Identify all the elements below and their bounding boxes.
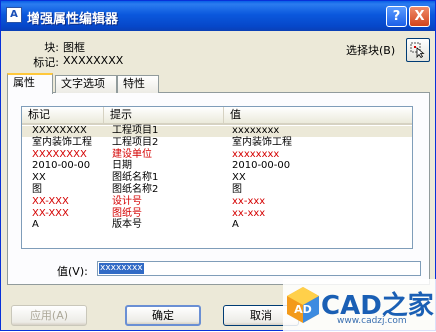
tag-value: XXXXXXXX xyxy=(63,54,124,67)
tab-properties[interactable]: 特性 xyxy=(117,75,159,93)
table-row[interactable]: XX-XXX 设计号 xx-xxx xyxy=(22,195,412,208)
cell-prompt: 图纸名称2 xyxy=(112,184,159,195)
cell-tag: XX-XXX xyxy=(32,207,69,219)
tag-label: 标记: xyxy=(33,56,59,69)
select-block-button[interactable] xyxy=(406,38,430,62)
table-row[interactable]: 2010-00-00 日期 2010-00-00 xyxy=(22,160,412,172)
cell-prompt: 建设单位 xyxy=(112,148,152,160)
cad-home-watermark: AD CAD之家 www.cadzj.com xyxy=(283,279,436,332)
pick-cursor-icon xyxy=(410,42,425,58)
cell-prompt: 日期 xyxy=(112,160,132,172)
column-header-prompt[interactable]: 提示 xyxy=(104,107,224,123)
column-header-tag[interactable]: 标记 xyxy=(22,107,104,123)
cell-prompt: 图纸名称1 xyxy=(112,172,159,184)
cell-tag: XXXXXXXX xyxy=(32,125,87,136)
table-row[interactable]: 室内装饰工程 工程项目2 室内装饰工程 xyxy=(22,136,412,149)
block-name: 图框 xyxy=(63,41,85,54)
cell-value: 室内装饰工程 xyxy=(232,136,292,148)
cell-tag: 2010-00-00 xyxy=(32,160,91,172)
close-button[interactable]: X xyxy=(409,6,430,27)
dialog-window: A 增强属性编辑器 ? X 块: 图框 标记: XXXXXXXX 选择块(B) … xyxy=(0,0,436,332)
cell-value: xxxxxxxx xyxy=(232,125,280,136)
title-bar[interactable]: A 增强属性编辑器 ? X xyxy=(1,1,435,31)
tab-text-options[interactable]: 文字选项 xyxy=(55,75,117,93)
select-block-label: 选择块(B) xyxy=(346,44,396,57)
cell-value: XX xyxy=(232,172,246,184)
svg-text:AD: AD xyxy=(294,303,312,316)
cell-prompt: 设计号 xyxy=(112,195,142,207)
cell-prompt: 工程项目1 xyxy=(112,125,159,136)
value-label: 值(V): xyxy=(57,265,88,278)
cell-tag: A xyxy=(32,219,39,231)
tab-attributes[interactable]: 属性 xyxy=(7,73,53,94)
app-icon: A xyxy=(6,7,22,23)
value-input[interactable]: xxxxxxxx xyxy=(97,261,421,276)
cell-tag: 图 xyxy=(32,184,42,195)
cell-tag: 室内装饰工程 xyxy=(32,136,92,148)
cell-tag: XXXXXXXX xyxy=(32,148,87,160)
block-label: 块: xyxy=(44,41,59,54)
cell-value: 图 xyxy=(232,184,242,195)
column-header-value[interactable]: 值 xyxy=(224,107,412,123)
watermark-url: www.cadzj.com xyxy=(337,316,407,326)
cell-prompt: 版本号 xyxy=(112,219,142,231)
cell-value: 2010-00-00 xyxy=(232,160,291,172)
table-row[interactable]: 图 图纸名称2 图 xyxy=(22,184,412,196)
cell-tag: XX-XXX xyxy=(32,195,69,207)
cell-tag: XX xyxy=(32,172,46,184)
table-row[interactable]: A 版本号 A xyxy=(22,219,412,231)
value-input-text: xxxxxxxx xyxy=(99,263,144,274)
cell-value: xx-xxx xyxy=(232,195,266,207)
dialog-title: 增强属性编辑器 xyxy=(27,12,119,27)
cad-logo-icon: AD xyxy=(287,287,319,323)
cell-prompt: 工程项目2 xyxy=(112,136,159,148)
help-button[interactable]: ? xyxy=(386,6,407,27)
table-row[interactable]: XXXXXXXX 建设单位 xxxxxxxx xyxy=(22,148,412,161)
table-row[interactable]: XX 图纸名称1 XX xyxy=(22,172,412,184)
cell-value: A xyxy=(232,219,239,231)
cell-value: xx-xxx xyxy=(232,207,266,219)
table-row[interactable]: XX-XXX 图纸号 xx-xxx xyxy=(22,207,412,220)
cell-prompt: 图纸号 xyxy=(112,207,142,219)
ok-button[interactable]: 确定 xyxy=(125,305,201,326)
list-header: 标记 提示 值 xyxy=(22,107,412,125)
table-row[interactable]: XXXXXXXX 工程项目1 xxxxxxxx xyxy=(22,125,412,137)
apply-button[interactable]: 应用(A) xyxy=(11,305,87,326)
cell-value: xxxxxxxx xyxy=(232,148,280,160)
attribute-list[interactable]: 标记 提示 值 XXXXXXXX 工程项目1 xxxxxxxx 室内装饰工程 工程项目2… xyxy=(21,106,413,249)
